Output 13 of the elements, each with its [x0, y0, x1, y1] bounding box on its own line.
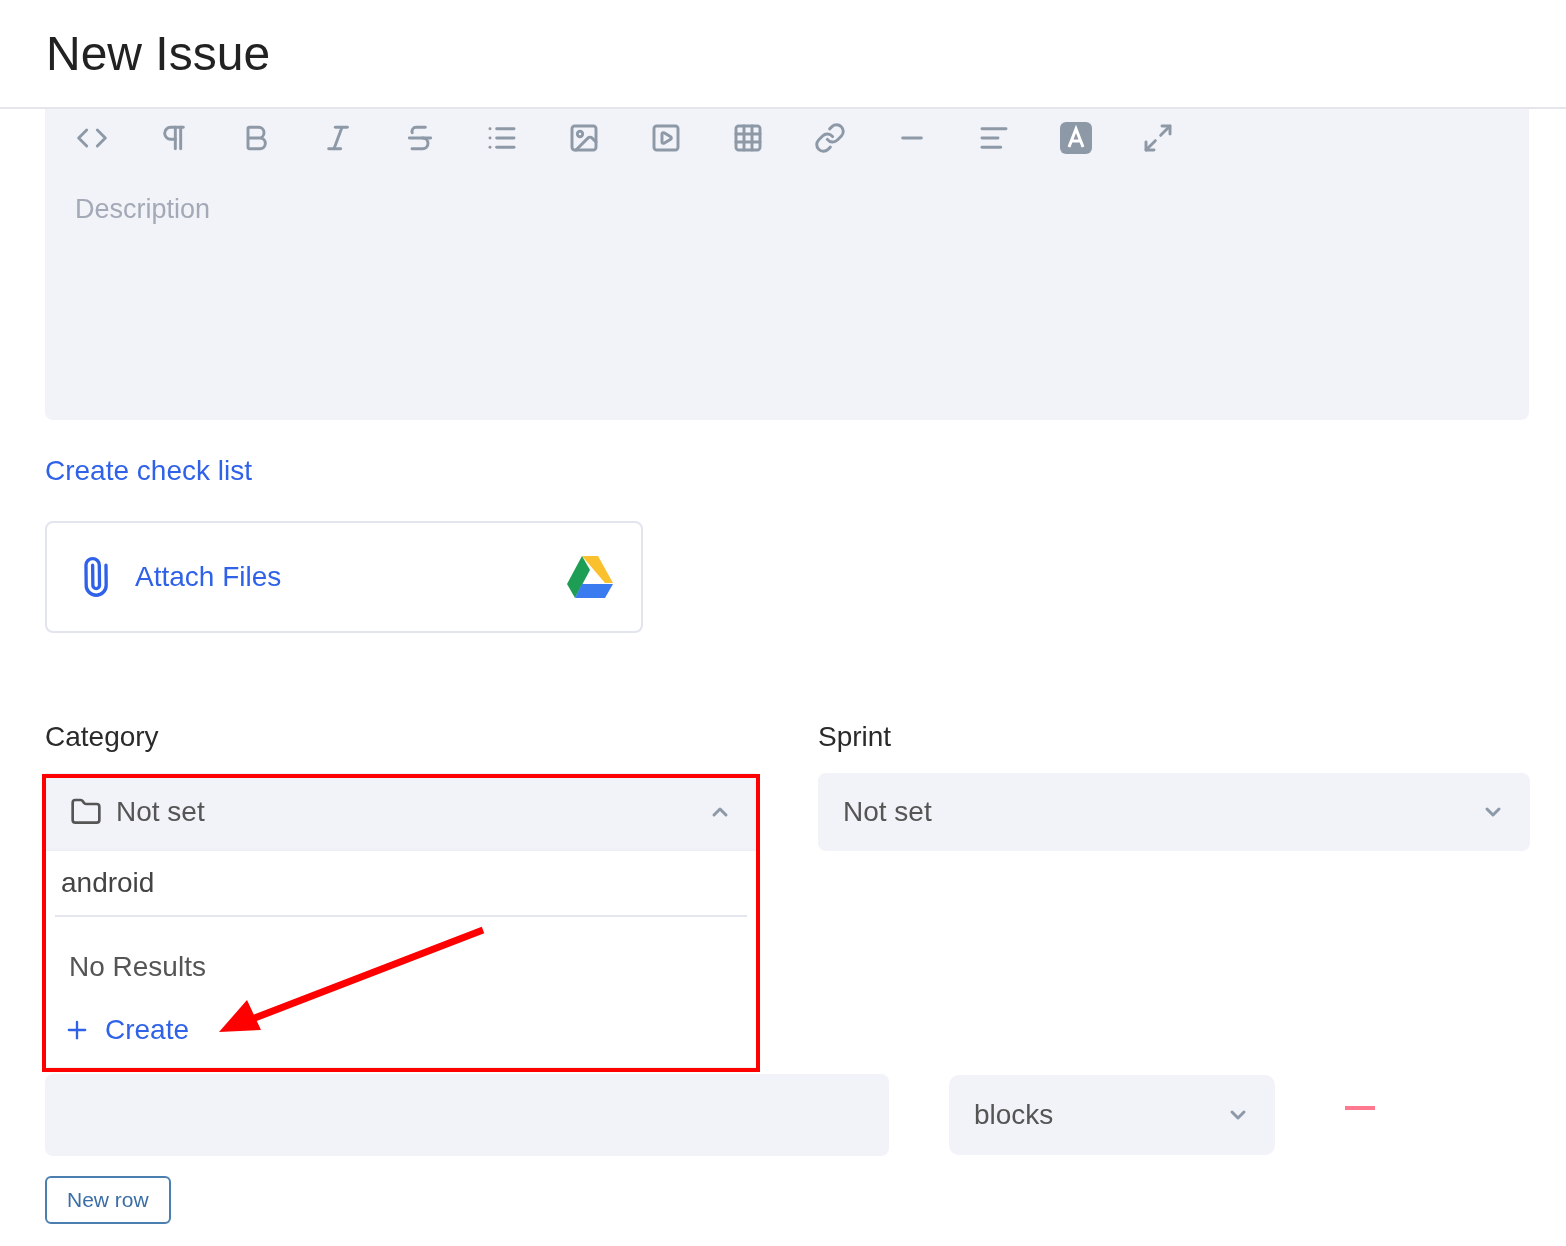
attach-files-button[interactable]: Attach Files: [75, 557, 282, 597]
page-title: New Issue: [46, 26, 271, 81]
create-checklist-link[interactable]: Create check list: [45, 455, 252, 487]
create-button[interactable]: Create: [57, 1013, 196, 1047]
description-placeholder: Description: [75, 194, 212, 225]
field-label: Category: [45, 721, 160, 753]
new-row-button[interactable]: New row: [45, 1176, 171, 1224]
select-field[interactable]: Not set: [45, 773, 757, 851]
search-field[interactable]: android: [55, 851, 747, 917]
field-label: Sprint: [818, 721, 893, 753]
no-results-text: No Results: [69, 951, 207, 983]
select-field[interactable]: Not set: [818, 773, 1530, 851]
relation-type-select[interactable]: blocks: [949, 1075, 1275, 1155]
